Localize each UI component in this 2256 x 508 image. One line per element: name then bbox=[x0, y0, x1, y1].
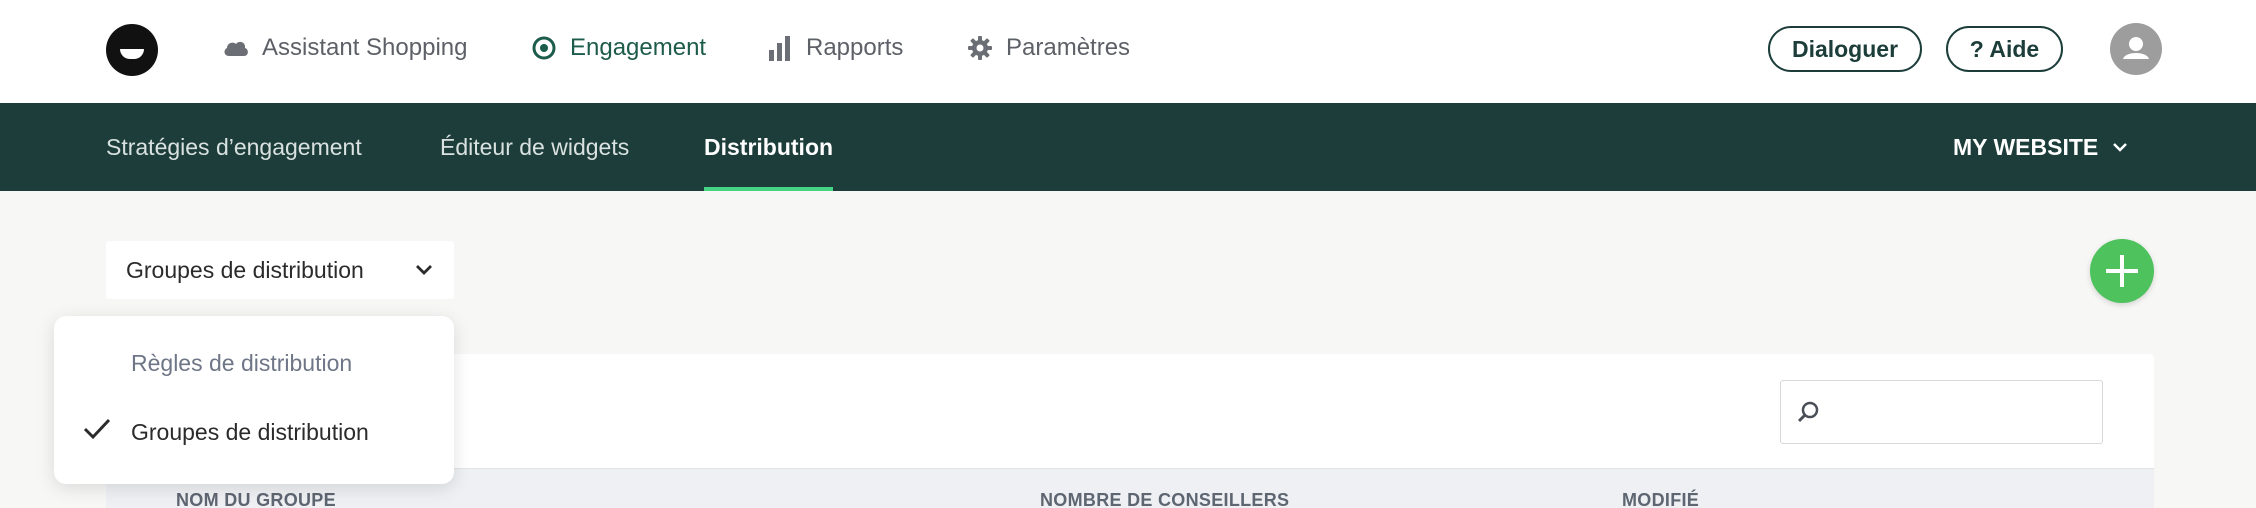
chevron-down-icon bbox=[416, 265, 432, 275]
column-header-advisor-count[interactable]: NOMBRE DE CONSEILLERS bbox=[1040, 490, 1289, 508]
avatar[interactable] bbox=[2110, 23, 2162, 75]
tab-label: Distribution bbox=[704, 133, 834, 160]
website-selector[interactable]: MY WEBSITE bbox=[1953, 103, 2128, 191]
check-icon bbox=[83, 418, 111, 440]
help-button[interactable]: ? Aide bbox=[1946, 26, 2063, 72]
user-icon bbox=[2123, 37, 2149, 59]
gear-icon bbox=[966, 34, 994, 62]
tab-distribution[interactable]: Distribution bbox=[704, 103, 834, 191]
view-dropdown-menu: Règles de distribution Groupes de distri… bbox=[54, 316, 454, 484]
nav-label: Rapports bbox=[806, 34, 904, 61]
nav-label: Engagement bbox=[570, 34, 707, 61]
bar-chart-icon bbox=[766, 34, 794, 62]
dialog-button[interactable]: Dialoguer bbox=[1768, 26, 1922, 72]
top-header: Assistant Shopping Engagement Rapports P… bbox=[0, 0, 2256, 103]
nav-rapports[interactable]: Rapports bbox=[766, 30, 903, 66]
logo-smile bbox=[120, 49, 144, 59]
select-value: Groupes de distribution bbox=[126, 256, 364, 283]
search-icon bbox=[1797, 401, 1819, 423]
column-header-modified[interactable]: MODIFIÉ bbox=[1622, 490, 1699, 508]
column-header-group-name[interactable]: NOM DU GROUPE bbox=[176, 490, 336, 508]
menu-item-distribution-rules[interactable]: Règles de distribution bbox=[131, 350, 352, 377]
tab-label: Stratégies d’engagement bbox=[106, 133, 362, 160]
nav-label: Assistant Shopping bbox=[262, 34, 468, 61]
target-icon bbox=[530, 34, 558, 62]
nav-assistant-shopping[interactable]: Assistant Shopping bbox=[222, 30, 467, 66]
sub-navigation: Stratégies d’engagement Éditeur de widge… bbox=[0, 103, 2256, 191]
nav-engagement[interactable]: Engagement bbox=[530, 30, 706, 66]
brand-logo[interactable] bbox=[106, 24, 158, 76]
search-input[interactable] bbox=[1780, 380, 2103, 444]
cloud-icon bbox=[222, 34, 250, 62]
nav-label: Paramètres bbox=[1006, 34, 1131, 61]
chevron-down-icon bbox=[2113, 143, 2128, 152]
nav-parametres[interactable]: Paramètres bbox=[966, 30, 1130, 66]
active-tab-indicator bbox=[704, 187, 834, 191]
website-label: MY WEBSITE bbox=[1953, 133, 2099, 160]
tab-label: Éditeur de widgets bbox=[440, 133, 630, 160]
plus-icon bbox=[2106, 255, 2138, 287]
menu-item-distribution-groups[interactable]: Groupes de distribution bbox=[131, 419, 369, 446]
distribution-view-select[interactable]: Groupes de distribution bbox=[106, 241, 454, 299]
tab-strategies[interactable]: Stratégies d’engagement bbox=[106, 103, 362, 191]
add-button[interactable] bbox=[2090, 239, 2154, 303]
tab-widget-editor[interactable]: Éditeur de widgets bbox=[440, 103, 629, 191]
